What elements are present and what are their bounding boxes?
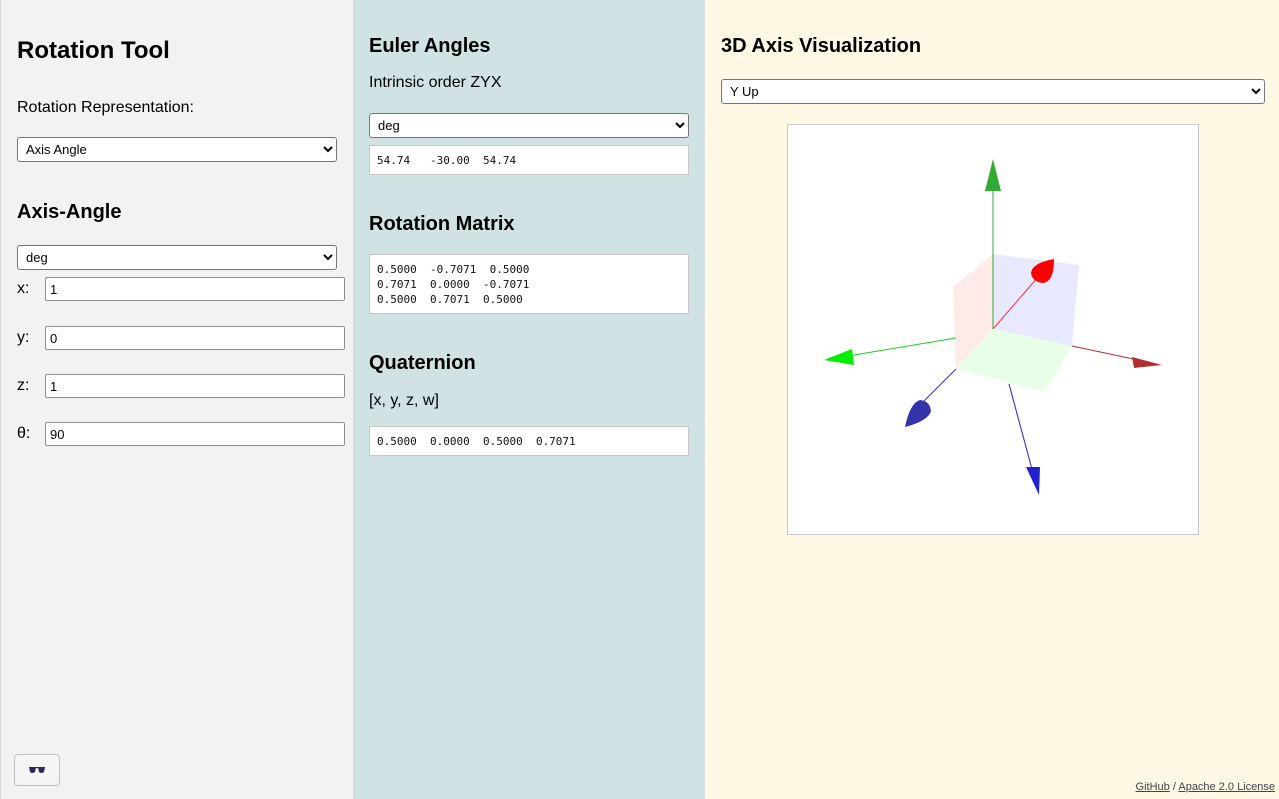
field-theta-input[interactable] [45, 422, 345, 446]
world-y-arrowhead [985, 159, 1001, 191]
field-y-row: y: [17, 326, 347, 350]
field-y-label: y: [17, 329, 30, 346]
quaternion-order-label: [x, y, z, w] [369, 392, 439, 409]
world-x-axis-line [1071, 345, 1139, 361]
euler-unit-select[interactable]: deg [369, 113, 689, 138]
euler-order-label: Intrinsic order ZYX [369, 74, 502, 91]
world-neg-x-arrowhead [824, 349, 854, 365]
axis-angle-title: Axis-Angle [17, 201, 122, 223]
world-z-axis-line [1008, 383, 1034, 474]
world-x-neg-line [847, 337, 957, 357]
matrix-values[interactable]: 0.5000 -0.7071 0.5000 0.7071 0.0000 -0.7… [369, 254, 689, 314]
left-panel: Rotation Tool Rotation Representation: A… [0, 0, 353, 799]
axis-angle-unit-select[interactable]: deg [17, 245, 337, 270]
matrix-title: Rotation Matrix [369, 213, 515, 235]
field-x-row: x: [17, 277, 347, 301]
app-root: Rotation Tool Rotation Representation: A… [0, 0, 1279, 799]
quaternion-title: Quaternion [369, 352, 476, 374]
up-axis-select[interactable]: Y Up [721, 79, 1265, 104]
world-z-arrowhead [1026, 467, 1040, 495]
license-link[interactable]: Apache 2.0 License [1178, 781, 1275, 793]
quaternion-values[interactable]: 0.5000 0.0000 0.5000 0.7071 [369, 426, 689, 456]
footer: GitHub / Apache 2.0 License [1136, 781, 1275, 793]
axis-visualization[interactable] [787, 124, 1199, 535]
field-z-input[interactable] [45, 374, 345, 398]
representation-select[interactable]: Axis Angle [17, 137, 337, 162]
field-theta-row: θ: [17, 422, 347, 446]
field-z-row: z: [17, 374, 347, 398]
glasses-button[interactable] [14, 754, 60, 786]
representation-label: Rotation Representation: [17, 99, 194, 116]
axis-canvas[interactable] [788, 125, 1198, 534]
right-panel: 3D Axis Visualization Y Up GitHub / Apac… [705, 0, 1279, 799]
rot-z-axis-line [923, 368, 957, 402]
field-y-input[interactable] [45, 326, 345, 350]
world-x-arrowhead [1132, 357, 1162, 368]
glasses-icon [29, 767, 45, 773]
field-x-input[interactable] [45, 277, 345, 301]
field-z-label: z: [17, 377, 30, 394]
rot-z-arrowhead [905, 400, 931, 427]
github-link[interactable]: GitHub [1136, 781, 1170, 793]
page-title: Rotation Tool [17, 37, 170, 64]
middle-panel: Euler Angles Intrinsic order ZYX deg 54.… [353, 0, 705, 799]
field-x-label: x: [17, 280, 30, 297]
euler-title: Euler Angles [369, 35, 491, 57]
field-theta-label: θ: [17, 425, 31, 442]
euler-values[interactable]: 54.74 -30.00 54.74 [369, 145, 689, 175]
viz-title: 3D Axis Visualization [721, 35, 922, 57]
